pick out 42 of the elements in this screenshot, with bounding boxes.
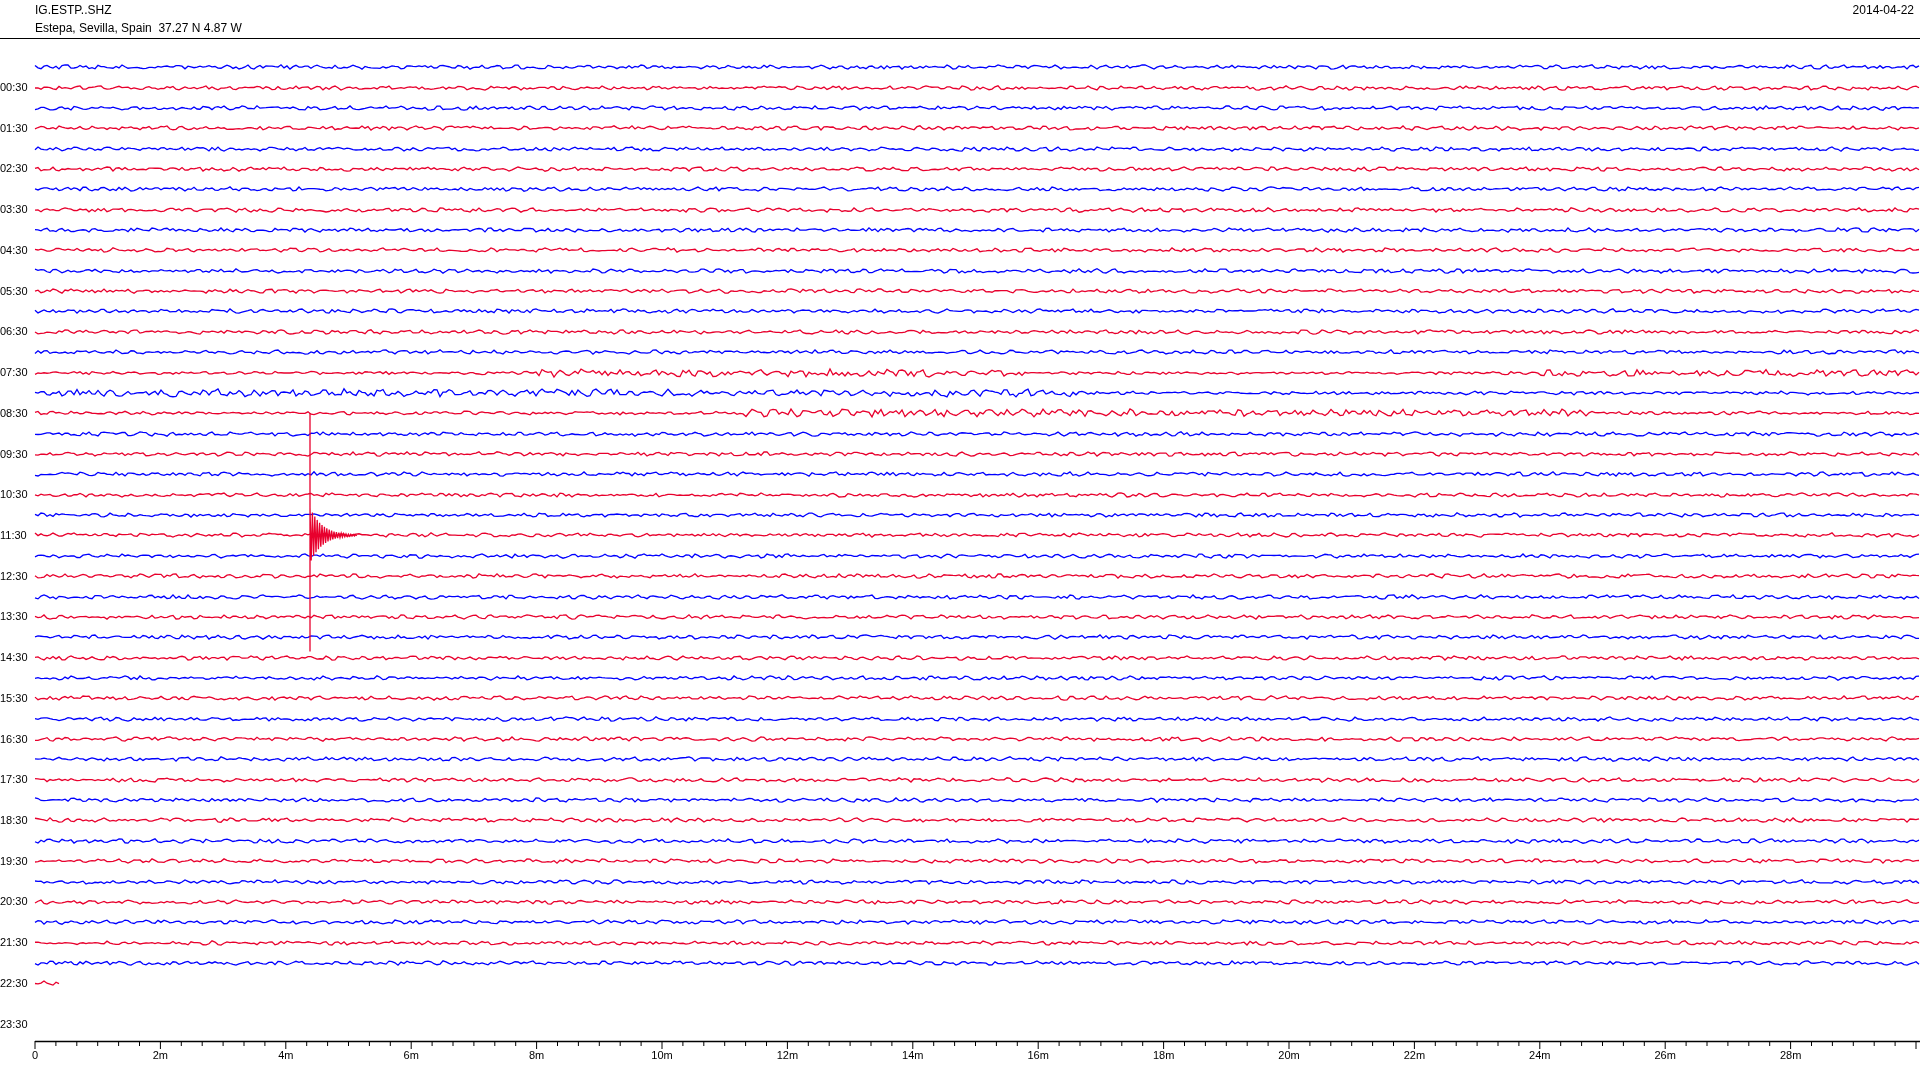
hour-label: 17:30 xyxy=(0,773,28,786)
hour-label: 13:30 xyxy=(0,610,28,623)
axis-tick-label: 6m xyxy=(403,1050,419,1062)
hour-label: 00:30 xyxy=(0,81,28,94)
axis-tick-label: 4m xyxy=(278,1050,294,1062)
hour-label: 02:30 xyxy=(0,162,28,175)
record-date: 2014-04-22 xyxy=(1852,2,1914,19)
hour-label: 04:30 xyxy=(0,243,28,256)
axis-tick-label: 16m xyxy=(1027,1050,1049,1062)
axis-tick-label: 28m xyxy=(1779,1050,1802,1062)
hour-label: 10:30 xyxy=(0,488,28,501)
hour-label: 22:30 xyxy=(0,976,28,989)
hour-label: 07:30 xyxy=(0,366,28,379)
hour-label: 03:30 xyxy=(0,203,28,216)
hour-label: 05:30 xyxy=(0,284,28,297)
axis-tick-label: 24m xyxy=(1529,1050,1551,1062)
axis-tick-label: 8m xyxy=(528,1050,545,1062)
hour-label: 12:30 xyxy=(0,569,28,582)
hour-label: 06:30 xyxy=(0,325,28,338)
hour-label: 08:30 xyxy=(0,406,28,419)
hour-label: 09:30 xyxy=(0,447,28,460)
hour-label: 19:30 xyxy=(0,854,28,867)
hour-label: 23:30 xyxy=(0,1017,28,1030)
axis-tick-label: 12m xyxy=(776,1050,799,1062)
hour-label: 01:30 xyxy=(0,121,28,134)
station-code: IG.ESTP..SHZ xyxy=(35,2,113,19)
station-location: Estepa, Sevilla, Spain 37.27 N 4.87 W xyxy=(35,20,242,37)
axis-tick-label: 22m xyxy=(1403,1050,1426,1062)
hour-label: 20:30 xyxy=(0,895,28,908)
hour-label: 21:30 xyxy=(0,936,28,949)
hour-label: 16:30 xyxy=(0,732,28,745)
hour-label: 14:30 xyxy=(0,651,28,664)
axis-tick-label: 0 xyxy=(31,1050,39,1062)
axis-tick-label: 10m xyxy=(651,1050,673,1062)
axis-tick-label: 2m xyxy=(152,1050,169,1062)
axis-tick-label: 20m xyxy=(1278,1050,1300,1062)
hour-label: 11:30 xyxy=(0,528,27,541)
axis-tick-label: 18m xyxy=(1152,1050,1175,1062)
hour-label: 15:30 xyxy=(0,691,28,704)
axis-tick-label: 14m xyxy=(902,1050,924,1062)
axis-tick-label: 26m xyxy=(1654,1050,1676,1062)
hour-label: 18:30 xyxy=(0,813,28,826)
